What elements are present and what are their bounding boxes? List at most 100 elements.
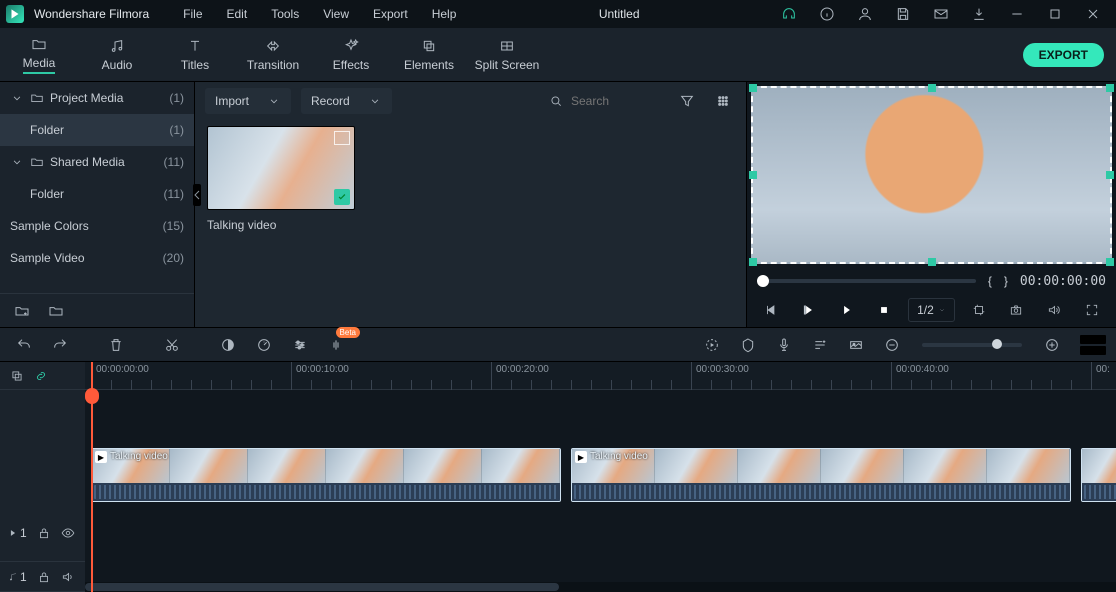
resize-handle[interactable] — [928, 258, 936, 266]
filter-icon[interactable] — [674, 88, 700, 114]
render-button[interactable] — [698, 333, 726, 357]
scrub-handle[interactable] — [757, 275, 769, 287]
resize-handle[interactable] — [749, 84, 757, 92]
grid-view-icon[interactable] — [710, 88, 736, 114]
eye-icon[interactable] — [61, 526, 75, 540]
sidebar-item-sample-video[interactable]: Sample Video (20) — [0, 242, 194, 274]
save-icon[interactable] — [886, 0, 920, 28]
new-folder-icon[interactable] — [14, 303, 30, 319]
window-maximize-icon[interactable] — [1038, 0, 1072, 28]
mail-icon[interactable] — [924, 0, 958, 28]
video-track[interactable]: ▶Talking video▶Talking video — [85, 446, 1116, 504]
tab-transition[interactable]: Transition — [234, 28, 312, 81]
in-marker[interactable]: { — [988, 274, 992, 288]
voiceover-button[interactable] — [770, 333, 798, 357]
playhead[interactable] — [91, 362, 93, 592]
tab-titles[interactable]: Titles — [156, 28, 234, 81]
sidebar-item-project-media[interactable]: Project Media (1) — [0, 82, 194, 114]
redo-button[interactable] — [46, 333, 74, 357]
menu-export[interactable]: Export — [363, 0, 418, 28]
resize-handle[interactable] — [749, 171, 757, 179]
mixer-button[interactable] — [806, 333, 834, 357]
menu-tools[interactable]: Tools — [261, 0, 309, 28]
out-marker[interactable]: } — [1004, 274, 1008, 288]
volume-icon[interactable] — [1040, 298, 1068, 322]
zoom-out-button[interactable] — [878, 333, 906, 357]
search-box[interactable] — [544, 88, 664, 114]
timeline-clip[interactable] — [1081, 448, 1116, 502]
timeline-clip[interactable]: ▶Talking video — [571, 448, 1071, 502]
sidebar-item-folder-1[interactable]: Folder (1) — [0, 114, 194, 146]
menu-edit[interactable]: Edit — [217, 0, 258, 28]
account-icon[interactable] — [848, 0, 882, 28]
link-icon[interactable] — [34, 369, 48, 383]
tab-media[interactable]: Media — [0, 28, 78, 81]
export-button[interactable]: EXPORT — [1023, 43, 1104, 67]
sidebar-item-sample-colors[interactable]: Sample Colors (15) — [0, 210, 194, 242]
headphones-icon[interactable] — [772, 0, 806, 28]
video-track-header[interactable]: 1 — [0, 504, 85, 562]
adjust-button[interactable] — [286, 333, 314, 357]
window-minimize-icon[interactable] — [1000, 0, 1034, 28]
timeline-clip[interactable]: ▶Talking video — [91, 448, 561, 502]
resize-handle[interactable] — [1106, 84, 1114, 92]
lock-icon[interactable] — [37, 570, 51, 584]
lock-icon[interactable] — [37, 526, 51, 540]
playhead-grip[interactable] — [85, 388, 99, 404]
tab-elements[interactable]: Elements — [390, 28, 468, 81]
sidebar-item-label: Shared Media — [50, 155, 158, 169]
audio-track[interactable] — [85, 520, 1116, 550]
resize-handle[interactable] — [928, 84, 936, 92]
stop-button[interactable] — [870, 298, 898, 322]
sidebar-item-shared-media[interactable]: Shared Media (11) — [0, 146, 194, 178]
preview-canvas[interactable] — [751, 86, 1112, 264]
snapshot-icon[interactable] — [1002, 298, 1030, 322]
import-dropdown[interactable]: Import — [205, 88, 291, 114]
sidebar-collapse-button[interactable] — [193, 184, 201, 206]
zoom-slider[interactable] — [922, 343, 1022, 347]
zoom-in-button[interactable] — [1038, 333, 1066, 357]
menu-help[interactable]: Help — [422, 0, 467, 28]
menu-view[interactable]: View — [313, 0, 359, 28]
speaker-icon[interactable] — [61, 570, 75, 584]
record-dropdown[interactable]: Record — [301, 88, 392, 114]
thumbnail-grid: Talking video — [195, 120, 746, 327]
timeline-body[interactable]: 00:00:00:0000:00:10:0000:00:20:0000:00:3… — [85, 362, 1116, 592]
marker-button[interactable] — [734, 333, 762, 357]
resize-handle[interactable] — [1106, 171, 1114, 179]
delete-button[interactable] — [102, 333, 130, 357]
scrollbar-thumb[interactable] — [85, 583, 559, 591]
speed-button[interactable] — [250, 333, 278, 357]
window-close-icon[interactable] — [1076, 0, 1110, 28]
audio-sync-button[interactable]: Beta — [322, 333, 350, 357]
play-button[interactable] — [833, 298, 861, 322]
cut-button[interactable] — [158, 333, 186, 357]
tab-split-screen[interactable]: Split Screen — [468, 28, 546, 81]
scrub-track[interactable] — [757, 279, 976, 283]
fullscreen-icon[interactable] — [1078, 298, 1106, 322]
color-button[interactable] — [214, 333, 242, 357]
playback-speed[interactable]: 1/2 — [908, 298, 955, 322]
timeline-ruler[interactable]: 00:00:00:0000:00:10:0000:00:20:0000:00:3… — [85, 362, 1116, 390]
timeline-scrollbar[interactable] — [85, 582, 1116, 592]
resize-handle[interactable] — [749, 258, 757, 266]
browser-toolbar: Import Record — [195, 82, 746, 120]
play-pause-button[interactable] — [795, 298, 823, 322]
zoom-handle[interactable] — [992, 339, 1002, 349]
resize-handle[interactable] — [1106, 258, 1114, 266]
aspect-button[interactable] — [842, 333, 870, 357]
tab-effects[interactable]: Effects — [312, 28, 390, 81]
sidebar-item-folder-2[interactable]: Folder (11) — [0, 178, 194, 210]
tab-audio[interactable]: Audio — [78, 28, 156, 81]
folder-outline-icon[interactable] — [48, 303, 64, 319]
search-input[interactable] — [569, 93, 659, 109]
undo-button[interactable] — [10, 333, 38, 357]
media-clip[interactable]: Talking video — [207, 126, 355, 232]
menu-file[interactable]: File — [173, 0, 212, 28]
audio-track-header[interactable]: 1 — [0, 562, 85, 592]
duplicate-icon[interactable] — [10, 369, 24, 383]
download-icon[interactable] — [962, 0, 996, 28]
step-back-button[interactable] — [757, 298, 785, 322]
info-icon[interactable] — [810, 0, 844, 28]
crop-icon[interactable] — [965, 298, 993, 322]
